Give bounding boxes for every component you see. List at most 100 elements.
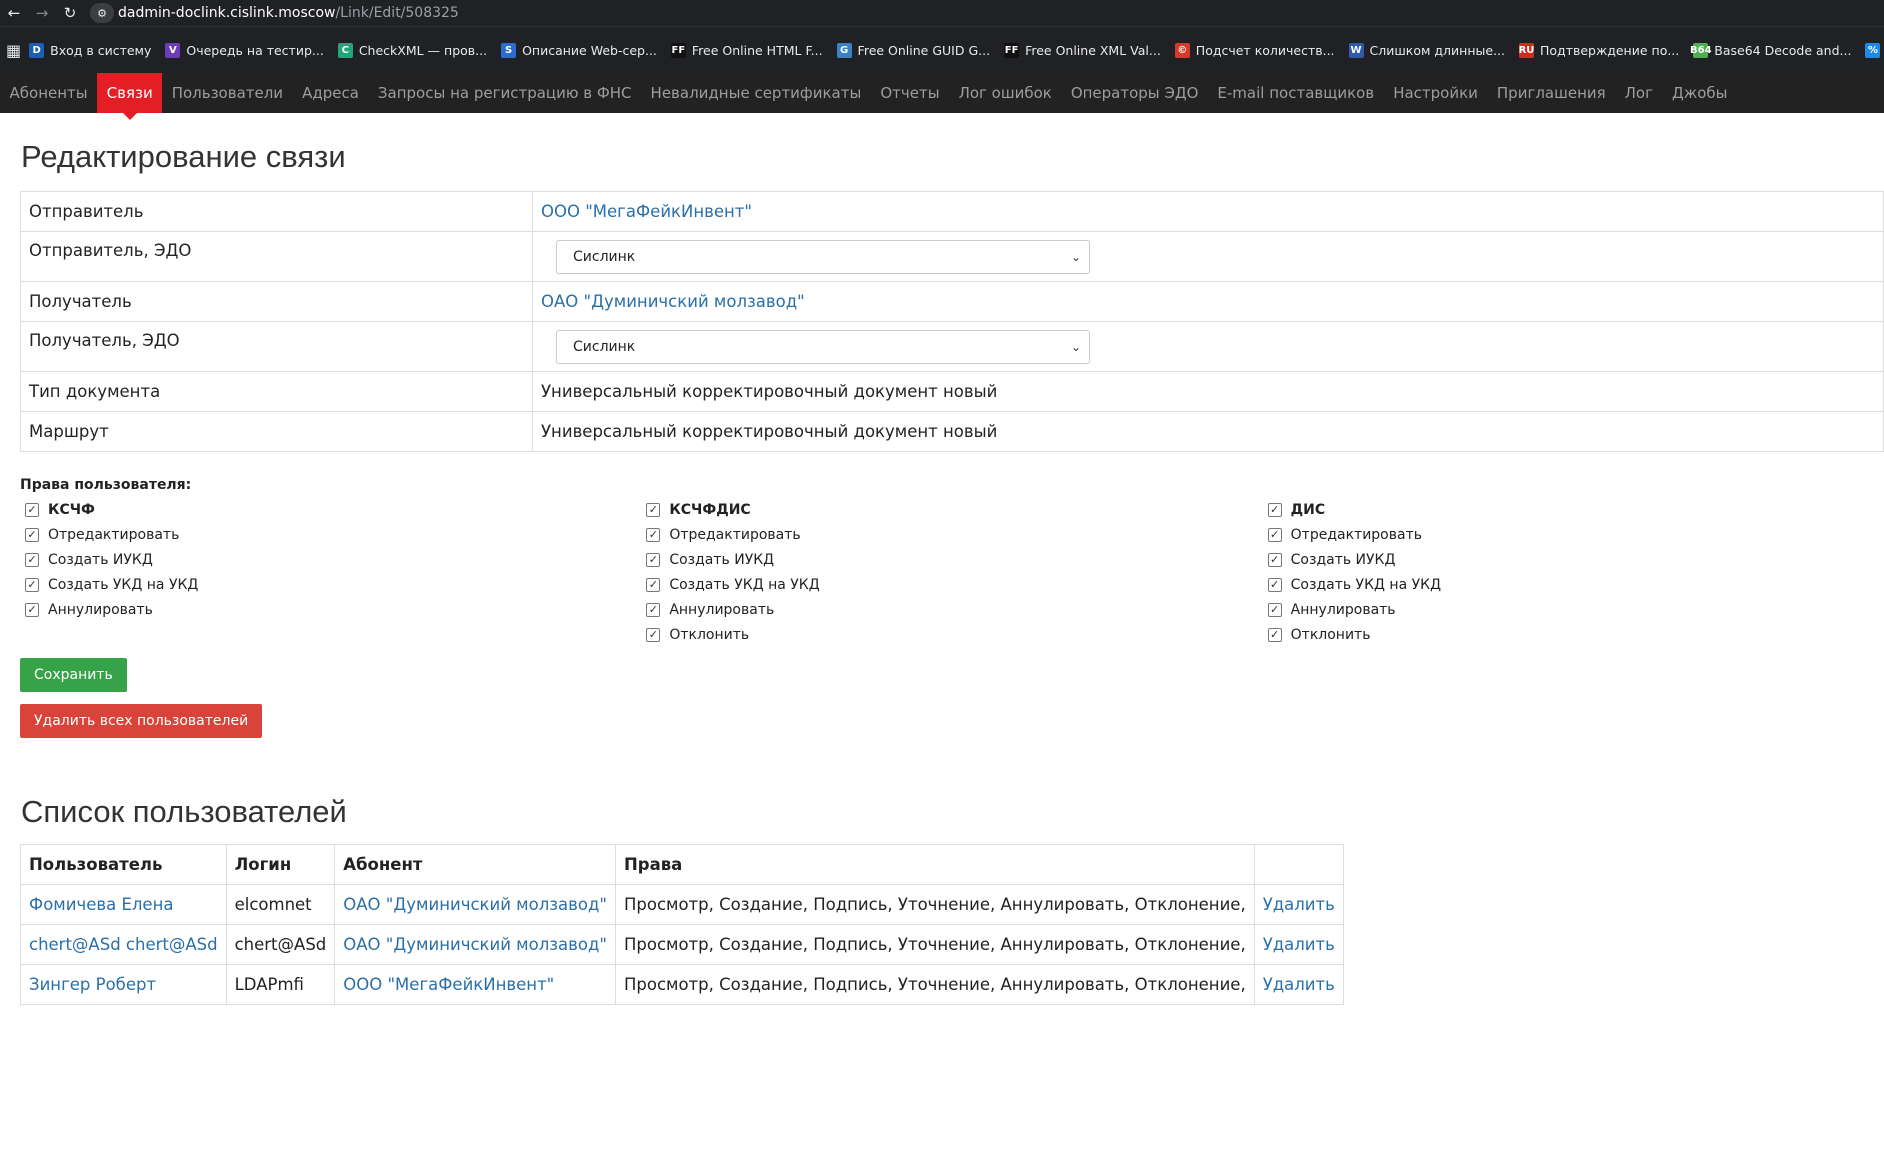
- rights-group-label: ДИС: [1290, 501, 1326, 518]
- bookmark-favicon-icon: ©: [1174, 42, 1190, 58]
- sender-link[interactable]: ООО "МегаФейкИнвент": [541, 202, 752, 221]
- bookmark-item[interactable]: FF Free Online HTML F...: [670, 42, 823, 58]
- right-checkbox[interactable]: ✓ Создать УКД на УКД: [20, 572, 641, 597]
- users-table-header: Пользователь Логин Абонент Права: [20, 844, 1344, 885]
- right-label: Аннулировать: [1290, 601, 1396, 618]
- right-checkbox[interactable]: ✓ Отредактировать: [20, 522, 641, 547]
- user-link[interactable]: Зингер Роберт: [29, 975, 156, 994]
- subscriber-link[interactable]: ОАО "Думиничский молзавод": [343, 935, 607, 954]
- nav-item[interactable]: Связи: [97, 73, 163, 120]
- subscriber-link[interactable]: ОАО "Думиничский молзавод": [343, 895, 607, 914]
- sender-edo-select[interactable]: Сислинк ⌄: [556, 239, 1090, 274]
- bookmark-item[interactable]: W Слишком длинные...: [1348, 42, 1505, 58]
- bookmark-item[interactable]: RU Подтверждение по...: [1519, 42, 1680, 58]
- url-host: dadmin-doclink.cislink.moscow: [118, 5, 336, 21]
- right-checkbox[interactable]: ✓ Создать ИУКД: [20, 547, 641, 572]
- bookmark-label: Описание Web-сер...: [522, 42, 657, 58]
- route-label: Маршрут: [20, 411, 533, 452]
- site-info-icon[interactable]: ⚙: [90, 3, 114, 23]
- nav-item[interactable]: Запросы на регистрацию в ФНС: [368, 73, 641, 113]
- bookmark-item[interactable]: V Очередь на тестир...: [165, 42, 324, 58]
- bookmark-favicon-icon: D: [29, 42, 45, 58]
- bookmark-item[interactable]: %НДС калькулятор о...: [1865, 42, 1884, 58]
- bookmark-item[interactable]: G Free Online GUID G...: [836, 42, 990, 58]
- checkbox-checked-icon: ✓: [646, 627, 661, 642]
- user-link[interactable]: chert@ASd chert@ASd: [29, 935, 218, 954]
- bookmark-favicon-icon: C: [337, 42, 353, 58]
- right-checkbox[interactable]: ✓ Создать УКД на УКД: [1263, 572, 1884, 597]
- bookmark-label: Подтверждение по...: [1540, 42, 1680, 58]
- user-rights: Просмотр, Создание, Подпись, Уточнение, …: [614, 884, 1255, 925]
- nav-item[interactable]: Отчеты: [871, 73, 949, 113]
- right-checkbox[interactable]: ✓ Аннулировать: [641, 597, 1262, 622]
- nav-item[interactable]: Приглашения: [1487, 73, 1615, 113]
- rights-group-checkbox[interactable]: ✓ КСЧФДИС: [641, 497, 1262, 522]
- checkbox-checked-icon: ✓: [1267, 602, 1282, 617]
- nav-item[interactable]: Адреса: [293, 73, 369, 113]
- bookmark-item[interactable]: S Описание Web-сер...: [501, 42, 657, 58]
- checkbox-checked-icon: ✓: [25, 602, 39, 617]
- receiver-edo-select[interactable]: Сислинк ⌄: [556, 329, 1090, 364]
- column-header: Логин: [225, 844, 336, 885]
- forward-icon[interactable]: →: [28, 4, 56, 22]
- nav-item[interactable]: E-mail поставщиков: [1208, 73, 1384, 113]
- doctype-value: Универсальный корректировочный документ …: [532, 371, 1884, 412]
- url-field[interactable]: dadmin-doclink.cislink.moscow/Link/Edit/…: [118, 5, 459, 21]
- chevron-down-icon: ⌄: [1070, 339, 1081, 354]
- url-path: /Link/Edit/508325: [335, 5, 459, 21]
- bookmark-favicon-icon: B64: [1690, 42, 1712, 58]
- nav-item[interactable]: Настройки: [1384, 73, 1488, 113]
- bookmark-favicon-icon: %: [1865, 42, 1881, 58]
- bookmark-label: CheckXML — пров...: [358, 42, 488, 58]
- rights-group-checkbox[interactable]: ✓ ДИС: [1263, 497, 1884, 522]
- nav-item[interactable]: Операторы ЭДО: [1061, 73, 1208, 113]
- back-icon[interactable]: ←: [0, 4, 28, 22]
- delete-user-link[interactable]: Удалить: [1263, 975, 1335, 994]
- bookmark-item[interactable]: FF Free Online XML Val...: [1004, 42, 1161, 58]
- rights-group-label: КСЧФ: [48, 501, 95, 518]
- delete-user-link[interactable]: Удалить: [1263, 935, 1335, 954]
- nav-item[interactable]: Абоненты: [0, 73, 97, 113]
- bookmark-item[interactable]: C CheckXML — пров...: [337, 42, 488, 58]
- delete-user-link[interactable]: Удалить: [1263, 895, 1335, 914]
- sender-label: Отправитель: [20, 191, 533, 232]
- subscriber-link[interactable]: ООО "МегаФейкИнвент": [343, 975, 554, 994]
- right-checkbox[interactable]: ✓ Отредактировать: [1263, 522, 1884, 547]
- checkbox-checked-icon: ✓: [25, 577, 39, 592]
- checkbox-checked-icon: ✓: [646, 502, 661, 517]
- reload-icon[interactable]: ↻: [56, 4, 84, 22]
- user-login: chert@ASd: [225, 924, 336, 965]
- right-label: Аннулировать: [48, 601, 153, 618]
- nav-item[interactable]: Пользователи: [162, 73, 292, 113]
- nav-item[interactable]: Невалидные сертификаты: [641, 73, 871, 113]
- user-rights: Просмотр, Создание, Подпись, Уточнение, …: [614, 924, 1255, 965]
- nav-item[interactable]: Лог: [1615, 73, 1662, 113]
- right-checkbox[interactable]: ✓ Аннулировать: [1263, 597, 1884, 622]
- right-label: Отредактировать: [669, 526, 801, 543]
- checkbox-checked-icon: ✓: [646, 552, 661, 567]
- right-checkbox[interactable]: ✓ Создать ИУКД: [641, 547, 1262, 572]
- right-checkbox[interactable]: ✓ Создать ИУКД: [1263, 547, 1884, 572]
- save-button[interactable]: Сохранить: [20, 658, 127, 692]
- bookmark-item[interactable]: © Подсчет количеств...: [1174, 42, 1335, 58]
- apps-grid-icon[interactable]: ▦: [6, 41, 21, 60]
- bookmark-item[interactable]: B64 Base64 Decode and...: [1690, 42, 1851, 58]
- checkbox-checked-icon: ✓: [1267, 627, 1282, 642]
- rights-group-checkbox[interactable]: ✓ КСЧФ: [20, 497, 641, 522]
- nav-item[interactable]: Джобы: [1663, 73, 1738, 113]
- bookmark-favicon-icon: FF: [1004, 42, 1020, 58]
- bookmark-item[interactable]: D Вход в систему: [29, 42, 151, 58]
- right-checkbox[interactable]: ✓ Отклонить: [1263, 622, 1884, 647]
- right-checkbox[interactable]: ✓ Аннулировать: [20, 597, 641, 622]
- right-checkbox[interactable]: ✓ Отклонить: [641, 622, 1262, 647]
- user-link[interactable]: Фомичева Елена: [29, 895, 173, 914]
- right-label: Создать УКД на УКД: [1290, 576, 1442, 593]
- checkbox-checked-icon: ✓: [1267, 502, 1282, 517]
- column-header: Пользователь: [20, 844, 227, 885]
- receiver-link[interactable]: ОАО "Думиничский молзавод": [541, 292, 805, 311]
- delete-all-users-button[interactable]: Удалить всех пользователей: [20, 704, 263, 738]
- right-checkbox[interactable]: ✓ Создать УКД на УКД: [641, 572, 1262, 597]
- right-checkbox[interactable]: ✓ Отредактировать: [641, 522, 1262, 547]
- right-label: Создать ИУКД: [48, 551, 153, 568]
- nav-item[interactable]: Лог ошибок: [949, 73, 1061, 113]
